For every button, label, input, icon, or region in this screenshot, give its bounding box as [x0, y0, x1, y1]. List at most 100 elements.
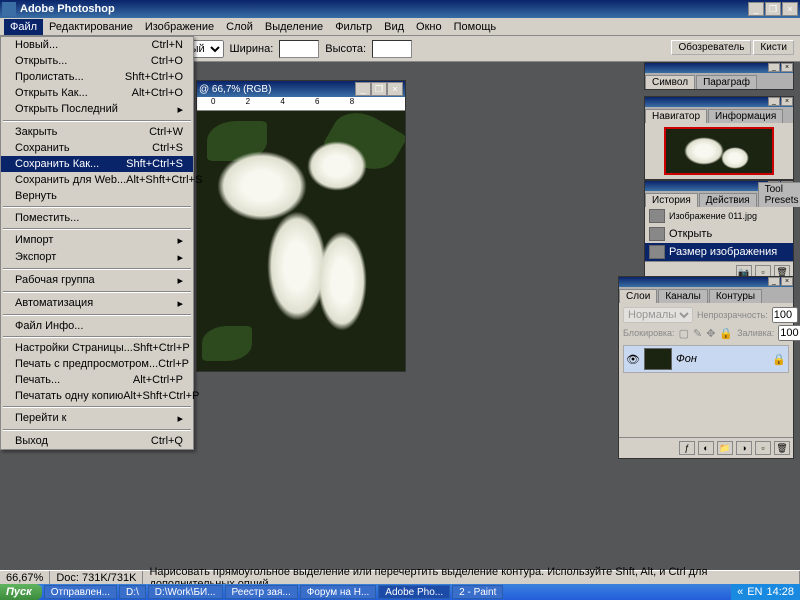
- menu-изображение[interactable]: Изображение: [139, 19, 220, 35]
- doc-maximize-button[interactable]: ❐: [371, 82, 387, 96]
- start-button[interactable]: Пуск: [0, 584, 42, 600]
- adjust-icon[interactable]: ◑: [736, 441, 752, 455]
- history-item-imagesize[interactable]: Размер изображения: [645, 243, 793, 261]
- menuitem-печать-с-предпросмотром-[interactable]: Печать с предпросмотром...Ctrl+P: [1, 356, 193, 372]
- tab-actions[interactable]: Действия: [699, 193, 757, 207]
- menuitem-настройки-страницы-[interactable]: Настройки Страницы...Shft+Ctrl+P: [1, 340, 193, 356]
- resize-icon: [649, 245, 665, 259]
- navigator-thumbnail[interactable]: [664, 127, 774, 175]
- visibility-icon[interactable]: 👁: [626, 353, 640, 366]
- menuitem-сохранить[interactable]: СохранитьCtrl+S: [1, 140, 193, 156]
- menu-вид[interactable]: Вид: [378, 19, 410, 35]
- folder-icon[interactable]: 📁: [717, 441, 733, 455]
- doc-close-button[interactable]: ×: [387, 82, 403, 96]
- navigator-panel: _× Навигатор Информация: [644, 96, 794, 180]
- menuitem-печатать-одну-копию[interactable]: Печатать одну копиюAlt+Shft+Ctrl+P: [1, 388, 193, 404]
- menuitem-сохранить-для-web-[interactable]: Сохранить для Web...Alt+Shft+Ctrl+S: [1, 172, 193, 188]
- tab-channels[interactable]: Каналы: [658, 289, 708, 303]
- menu-выделение[interactable]: Выделение: [259, 19, 329, 35]
- tab-paragraph[interactable]: Параграф: [696, 75, 757, 89]
- panel-close-icon[interactable]: ×: [781, 97, 793, 106]
- trash-icon[interactable]: 🗑: [774, 441, 790, 455]
- document-window: @ 66,7% (RGB) _ ❐ × 0 2 4 6 8: [196, 80, 406, 372]
- taskbar-button[interactable]: D:\Work\БИ...: [148, 585, 223, 599]
- menu-файл[interactable]: Файл: [4, 19, 43, 35]
- menuitem-новый-[interactable]: Новый...Ctrl+N: [1, 37, 193, 53]
- lock-move-icon[interactable]: ✥: [706, 327, 715, 340]
- taskbar-button[interactable]: D:\: [119, 585, 146, 599]
- panel-min-icon[interactable]: _: [768, 63, 780, 72]
- height-input[interactable]: [372, 40, 412, 58]
- statusbar: 66,67% Doc: 731K/731K Нарисовать прямоуг…: [0, 570, 800, 584]
- mask-icon[interactable]: ◐: [698, 441, 714, 455]
- layer-row-background[interactable]: 👁 Фон 🔒: [623, 345, 789, 373]
- brushes-button[interactable]: Кисти: [753, 40, 794, 55]
- opacity-input[interactable]: [772, 307, 798, 323]
- tray-chevron-icon[interactable]: «: [737, 586, 743, 598]
- menuitem-рабочая-группа[interactable]: Рабочая группа: [1, 272, 193, 289]
- menuitem-закрыть[interactable]: ЗакрытьCtrl+W: [1, 124, 193, 140]
- panel-close-icon[interactable]: ×: [781, 63, 793, 72]
- lock-icon: 🔒: [772, 353, 786, 366]
- menuitem-файл-инфо-[interactable]: Файл Инфо...: [1, 318, 193, 334]
- menuitem-открыть-последний[interactable]: Открыть Последний: [1, 101, 193, 118]
- system-tray[interactable]: « EN 14:28: [731, 584, 800, 600]
- fill-input[interactable]: [778, 325, 800, 341]
- taskbar-button[interactable]: Форум на Н...: [300, 585, 377, 599]
- tab-navigator[interactable]: Навигатор: [645, 109, 707, 123]
- doc-minimize-button[interactable]: _: [355, 82, 371, 96]
- blend-mode-select[interactable]: Нормальный: [623, 307, 693, 323]
- canvas[interactable]: [197, 111, 405, 371]
- menuitem-перейти-к[interactable]: Перейти к: [1, 410, 193, 427]
- taskbar-button[interactable]: Adobe Pho...: [378, 585, 450, 599]
- panel-min-icon[interactable]: _: [768, 277, 780, 286]
- menuitem-пролистать-[interactable]: Пролистать...Shft+Ctrl+O: [1, 69, 193, 85]
- lock-paint-icon[interactable]: ✎: [693, 327, 702, 340]
- menu-редактирование[interactable]: Редактирование: [43, 19, 139, 35]
- panel-close-icon[interactable]: ×: [781, 277, 793, 286]
- window-buttons: _ ❐ ×: [748, 2, 798, 16]
- open-icon: [649, 227, 665, 241]
- document-titlebar[interactable]: @ 66,7% (RGB) _ ❐ ×: [197, 81, 405, 97]
- browser-button[interactable]: Обозреватель: [671, 40, 751, 55]
- tab-symbol[interactable]: Символ: [645, 75, 695, 89]
- history-item-open[interactable]: Открыть: [645, 225, 793, 243]
- menuitem-открыть-как-[interactable]: Открыть Как...Alt+Ctrl+O: [1, 85, 193, 101]
- lock-all-icon[interactable]: 🔒: [719, 327, 733, 340]
- doc-size: Doc: 731K/731K: [50, 571, 143, 584]
- menuitem-поместить-[interactable]: Поместить...: [1, 210, 193, 226]
- menuitem-вернуть[interactable]: Вернуть: [1, 188, 193, 204]
- history-snapshot[interactable]: Изображение 011.jpg: [645, 207, 793, 225]
- panel-min-icon[interactable]: _: [768, 97, 780, 106]
- menuitem-экспорт[interactable]: Экспорт: [1, 249, 193, 266]
- lang-indicator[interactable]: EN: [747, 586, 762, 598]
- taskbar-button[interactable]: 2 - Paint: [452, 585, 503, 599]
- menuitem-печать-[interactable]: Печать...Alt+Ctrl+P: [1, 372, 193, 388]
- tab-paths[interactable]: Контуры: [709, 289, 762, 303]
- width-input[interactable]: [279, 40, 319, 58]
- menuitem-сохранить-как-[interactable]: Сохранить Как...Shft+Ctrl+S: [1, 156, 193, 172]
- menu-помощь[interactable]: Помощь: [448, 19, 503, 35]
- menuitem-выход[interactable]: ВыходCtrl+Q: [1, 433, 193, 449]
- close-button[interactable]: ×: [782, 2, 798, 16]
- lock-trans-icon[interactable]: ▢: [679, 327, 689, 340]
- menuitem-открыть-[interactable]: Открыть...Ctrl+O: [1, 53, 193, 69]
- menuitem-импорт[interactable]: Импорт: [1, 232, 193, 249]
- tab-info[interactable]: Информация: [708, 109, 783, 123]
- zoom-field[interactable]: 66,67%: [0, 571, 50, 584]
- tab-toolpresets[interactable]: Tool Presets: [758, 182, 800, 207]
- tab-layers[interactable]: Слои: [619, 289, 657, 303]
- menu-окно[interactable]: Окно: [410, 19, 448, 35]
- new-layer-icon[interactable]: ▫: [755, 441, 771, 455]
- tab-history[interactable]: История: [645, 193, 698, 207]
- taskbar-button[interactable]: Отправлен...: [44, 585, 117, 599]
- menuitem-автоматизация[interactable]: Автоматизация: [1, 295, 193, 312]
- app-title: Adobe Photoshop: [20, 3, 748, 15]
- lock-label: Блокировка:: [623, 328, 675, 338]
- minimize-button[interactable]: _: [748, 2, 764, 16]
- menu-слой[interactable]: Слой: [220, 19, 259, 35]
- maximize-button[interactable]: ❐: [765, 2, 781, 16]
- fx-icon[interactable]: ƒ: [679, 441, 695, 455]
- taskbar-button[interactable]: Реестр зая...: [225, 585, 298, 599]
- menu-фильтр[interactable]: Фильтр: [329, 19, 378, 35]
